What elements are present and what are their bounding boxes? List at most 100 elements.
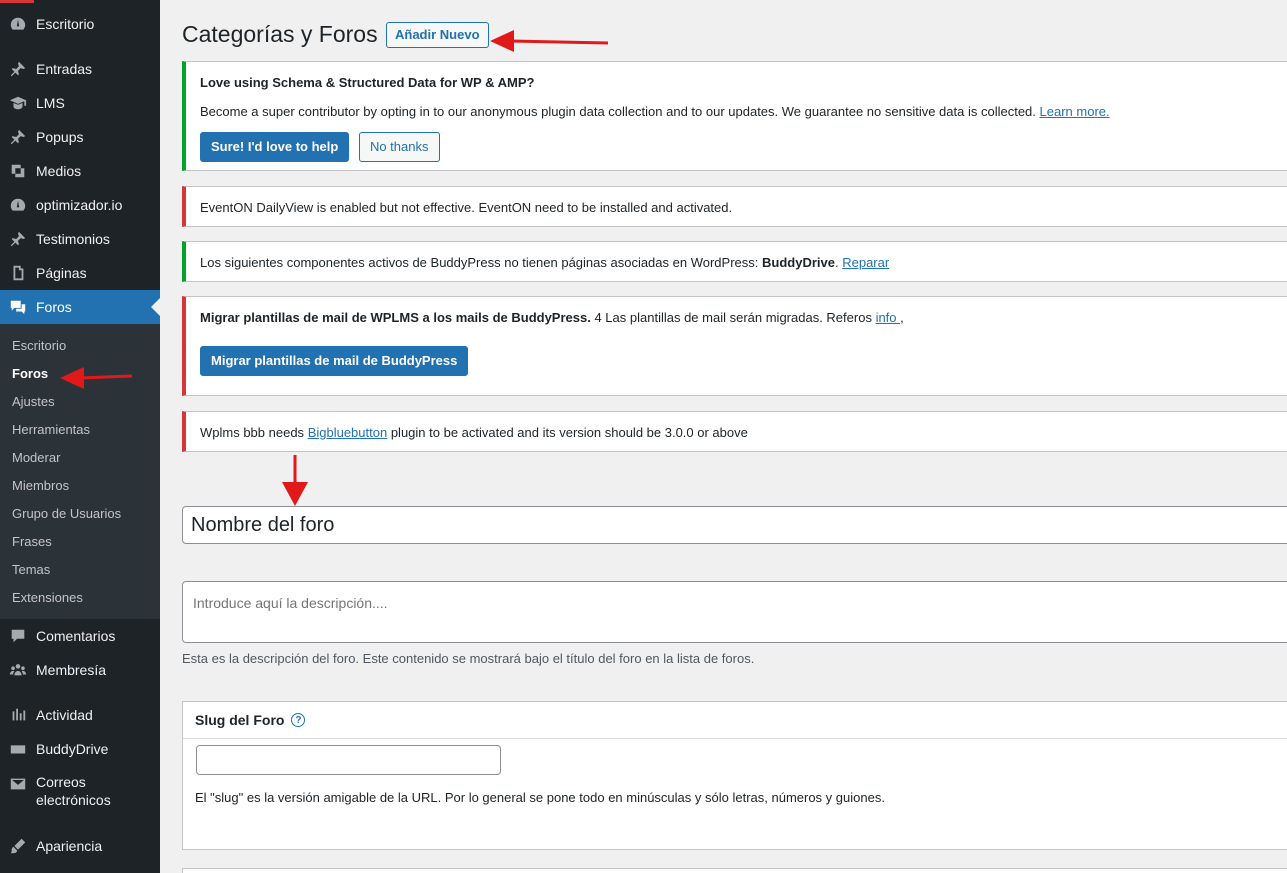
submenu-ajustes[interactable]: Ajustes	[12, 394, 55, 409]
dashboard-icon	[0, 15, 36, 33]
description-help-text: Esta es la descripción del foro. Este co…	[182, 651, 755, 666]
slug-label: Slug del Foro	[195, 712, 285, 728]
forums-icon	[0, 298, 36, 316]
bigbluebutton-link[interactable]: Bigbluebutton	[308, 425, 388, 440]
menu-label: Membresía	[36, 662, 107, 678]
help-icon[interactable]: ?	[291, 713, 306, 727]
submenu-moderar[interactable]: Moderar	[12, 450, 60, 465]
media-icon	[0, 162, 36, 180]
buddypress-pages-notice: Los siguientes componentes activos de Bu…	[182, 241, 1287, 282]
pin-icon	[0, 128, 36, 146]
menu-label-line2: electrónicos	[36, 792, 111, 808]
optin-decline-button[interactable]: No thanks	[358, 132, 440, 162]
submenu-temas[interactable]: Temas	[12, 562, 50, 577]
menu-item-membresia[interactable]: Membresía	[0, 655, 160, 685]
menu-item-popups[interactable]: Popups	[0, 122, 160, 152]
menu-item-comentarios[interactable]: Comentarios	[0, 621, 160, 651]
slug-box-header: Slug del Foro ?	[183, 702, 1287, 739]
appearance-icon	[0, 837, 36, 855]
slug-help-text: El "slug" es la versión amigable de la U…	[195, 790, 885, 805]
notice-heading: Love using Schema & Structured Data for …	[200, 75, 535, 90]
notice-bold: Migrar plantillas de mail de WPLMS a los…	[200, 310, 591, 325]
menu-item-foros[interactable]: Foros	[0, 290, 160, 324]
menu-label: Foros	[36, 299, 72, 315]
menu-item-testimonios[interactable]: Testimonios	[0, 224, 160, 254]
notice-text: 4 Las plantillas de mail serán migradas.…	[594, 310, 872, 325]
notice-text-line: Wplms bbb needs Bigbluebutton plugin to …	[200, 425, 748, 440]
forum-slug-box: Slug del Foro ? El "slug" es la versión …	[182, 701, 1287, 850]
eventon-notice: EventON DailyView is enabled but not eff…	[182, 186, 1287, 227]
add-new-button[interactable]: Añadir Nuevo	[386, 22, 489, 48]
comments-icon	[0, 627, 36, 645]
repair-link[interactable]: Reparar	[842, 255, 889, 270]
graduation-cap-icon	[0, 94, 36, 112]
menu-label: optimizador.io	[36, 197, 123, 213]
page-icon	[0, 264, 36, 282]
next-postbox	[182, 868, 1287, 873]
menu-label: Testimonios	[36, 231, 110, 247]
annotation-arrow-left	[60, 367, 133, 389]
groups-icon	[0, 661, 36, 679]
menu-item-optimizador[interactable]: optimizador.io	[0, 190, 160, 220]
menu-label: Entradas	[36, 61, 93, 77]
admin-sidebar: Escritorio Entradas LMS Popups Medios op…	[0, 0, 160, 873]
wplms-bbb-notice: Wplms bbb needs Bigbluebutton plugin to …	[182, 411, 1287, 452]
optin-accept-button[interactable]: Sure! I'd love to help	[200, 132, 350, 162]
forum-description-input[interactable]	[182, 581, 1287, 643]
learn-more-link[interactable]: Learn more.	[1040, 104, 1110, 119]
menu-item-correos[interactable]: Correos electrónicos	[0, 773, 160, 813]
menu-item-lms[interactable]: LMS	[0, 88, 160, 118]
submenu-escritorio[interactable]: Escritorio	[12, 338, 66, 353]
submenu-herramientas[interactable]: Herramientas	[12, 422, 90, 437]
submenu-foros[interactable]: Foros	[12, 366, 48, 381]
forum-title-input[interactable]	[182, 506, 1287, 544]
menu-label-wrap: Correos electrónicos	[36, 773, 111, 809]
annotation-arrow-down	[282, 455, 308, 506]
forum-slug-input[interactable]	[196, 745, 501, 775]
migrate-mail-notice: Migrar plantillas de mail de WPLMS a los…	[182, 296, 1287, 396]
notice-period: .	[834, 255, 839, 270]
menu-item-escritorio[interactable]: Escritorio	[0, 9, 160, 39]
submenu-miembros[interactable]: Miembros	[12, 478, 69, 493]
schema-optin-notice: Love using Schema & Structured Data for …	[182, 61, 1287, 171]
menu-item-paginas[interactable]: Páginas	[0, 258, 160, 288]
drive-icon	[0, 740, 36, 758]
notice-text-after: plugin to be activated and its version s…	[390, 425, 748, 440]
notice-text: Los siguientes componentes activos de Bu…	[200, 255, 759, 270]
menu-label: Comentarios	[36, 628, 116, 644]
migrate-mail-button[interactable]: Migrar plantillas de mail de BuddyPress	[200, 346, 469, 376]
notice-text: EventON DailyView is enabled but not eff…	[200, 200, 733, 215]
submenu-extensiones[interactable]: Extensiones	[12, 590, 83, 605]
info-link[interactable]: info	[876, 310, 901, 325]
menu-label: Medios	[36, 163, 82, 179]
email-icon	[0, 773, 36, 793]
dashboard-icon	[0, 196, 36, 214]
menu-label: Actividad	[36, 707, 93, 723]
menu-label: Correos	[36, 774, 86, 790]
submenu-frases[interactable]: Frases	[12, 534, 52, 549]
menu-label: Escritorio	[36, 16, 95, 32]
notice-text: Become a super contributor by opting in …	[200, 104, 1036, 119]
menu-item-apariencia[interactable]: Apariencia	[0, 831, 160, 861]
notice-comma: ,	[900, 310, 904, 325]
pin-icon	[0, 60, 36, 78]
menu-label: Páginas	[36, 265, 87, 281]
menu-item-buddydrive[interactable]: BuddyDrive	[0, 734, 160, 764]
menu-label: Apariencia	[36, 838, 103, 854]
topbar-accent	[0, 0, 34, 3]
menu-item-entradas[interactable]: Entradas	[0, 54, 160, 84]
notice-text: Wplms bbb needs	[200, 425, 305, 440]
notice-bold: BuddyDrive	[762, 255, 835, 270]
menu-item-medios[interactable]: Medios	[0, 156, 160, 186]
annotation-arrow-left	[490, 30, 609, 52]
page-title: Categorías y Foros	[182, 21, 378, 47]
notice-text-line: Become a super contributor by opting in …	[200, 104, 1110, 119]
menu-label: BuddyDrive	[36, 741, 109, 757]
menu-label: LMS	[36, 95, 65, 111]
activity-icon	[0, 706, 36, 724]
menu-item-actividad[interactable]: Actividad	[0, 700, 160, 730]
submenu-grupo-usuarios[interactable]: Grupo de Usuarios	[12, 506, 121, 521]
pin-icon	[0, 230, 36, 248]
notice-text-line: Los siguientes componentes activos de Bu…	[200, 255, 889, 270]
notice-text-line: Migrar plantillas de mail de WPLMS a los…	[200, 310, 904, 325]
